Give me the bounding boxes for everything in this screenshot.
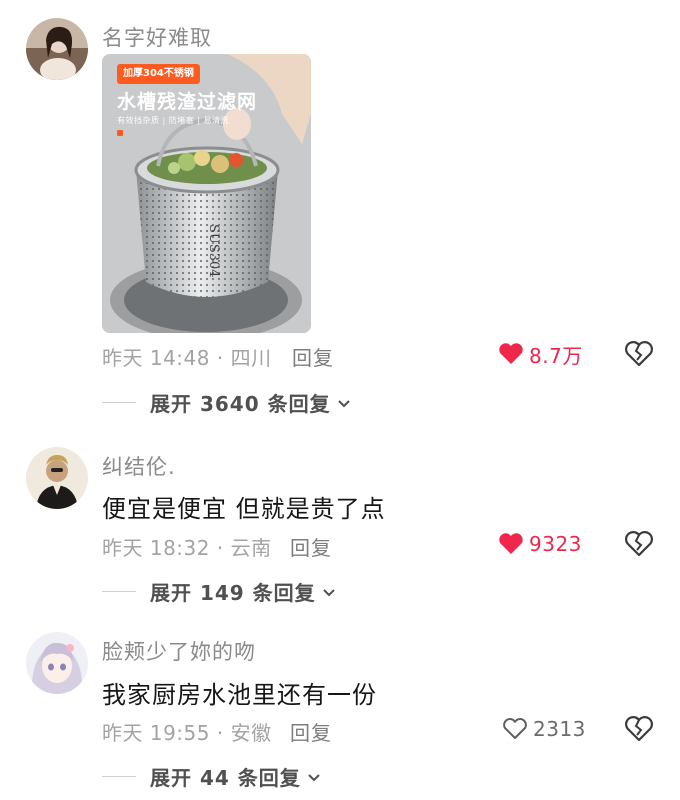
image-mark — [117, 130, 123, 136]
comment-meta: 昨天 18:32 · 云南 — [102, 536, 272, 560]
comment-meta: 昨天 19:55 · 安徽 — [102, 721, 272, 745]
divider — [102, 776, 136, 777]
comment-text: 我家厨房水池里还有一份 — [102, 681, 377, 709]
username[interactable]: 名字好难取 — [102, 22, 212, 52]
divider — [102, 591, 136, 592]
image-subtitle: 有效挡杂质 | 防堵塞 | 易清洗 — [117, 116, 230, 125]
broken-heart-icon[interactable] — [624, 340, 654, 368]
chevron-down-icon — [322, 588, 335, 596]
comment-meta: 昨天 14:48 · 四川 — [102, 346, 272, 370]
expand-replies[interactable]: 展开 44 条回复 — [102, 762, 321, 791]
broken-heart-icon[interactable] — [624, 715, 654, 743]
avatar[interactable] — [26, 18, 88, 80]
username[interactable]: 脸颊少了妳的吻 — [102, 636, 256, 666]
like-button[interactable]: 2313 — [502, 715, 586, 743]
comment-image[interactable]: SUS304 加厚304不锈钢 水槽残渣过滤网 有效挡杂质 | 防堵塞 | 易清… — [102, 54, 311, 333]
like-count: 2313 — [533, 717, 586, 741]
reply-button[interactable]: 回复 — [290, 717, 332, 746]
reply-button[interactable]: 回复 — [290, 532, 332, 561]
heart-icon — [503, 718, 527, 739]
like-button[interactable]: 9323 — [498, 530, 582, 558]
expand-label: 展开 149 条回复 — [150, 581, 316, 605]
expand-replies[interactable]: 展开 149 条回复 — [102, 577, 336, 606]
image-title: 水槽残渣过滤网 — [117, 91, 258, 113]
heart-icon — [499, 533, 523, 554]
divider — [102, 402, 136, 403]
broken-heart-icon[interactable] — [624, 530, 654, 558]
svg-text:SUS304: SUS304 — [206, 224, 221, 278]
like-count: 8.7万 — [529, 343, 583, 368]
chevron-down-icon — [308, 773, 320, 781]
username[interactable]: 纠结伦. — [102, 451, 176, 481]
avatar[interactable] — [26, 632, 88, 694]
heart-icon — [499, 343, 523, 364]
avatar[interactable] — [26, 447, 88, 509]
expand-label: 展开 3640 条回复 — [150, 392, 331, 416]
expand-label: 展开 44 条回复 — [150, 766, 301, 790]
reply-button[interactable]: 回复 — [292, 342, 334, 371]
like-count: 9323 — [529, 532, 582, 556]
image-badge: 加厚304不锈钢 — [117, 64, 200, 84]
like-button[interactable]: 8.7万 — [498, 340, 583, 368]
expand-replies[interactable]: 展开 3640 条回复 — [102, 388, 351, 417]
comment-text: 便宜是便宜 但就是贵了点 — [102, 495, 386, 523]
comment-1: 名字好难取 SUS304 加厚304不锈钢 水槽残渣过滤网 有效挡杂质 | 防堵… — [0, 0, 680, 420]
chevron-down-icon — [337, 399, 350, 407]
